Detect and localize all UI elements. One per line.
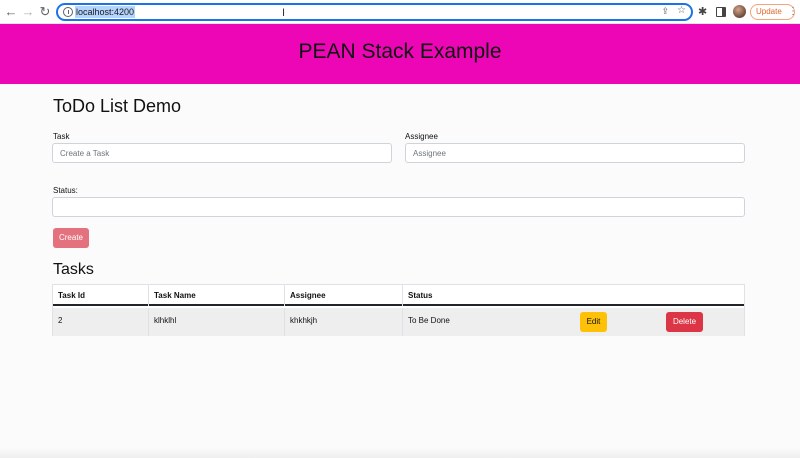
assignee-input[interactable] [405,143,745,163]
side-panel-icon[interactable] [716,7,726,17]
column-header-task-id: Task Id [53,285,149,306]
table-header: Task Id Task Name Assignee Status [53,285,744,306]
status-label: Status: [53,186,78,195]
site-info-icon[interactable] [63,7,73,17]
status-input[interactable] [52,197,745,217]
page-content [0,84,800,458]
profile-avatar[interactable] [733,5,746,18]
app-title: PEAN Stack Example [298,40,502,63]
forward-arrow-icon[interactable]: → [20,3,36,21]
assignee-cell: khkhkjh [285,308,403,336]
column-header-task-name: Task Name [149,285,285,306]
bottom-shadow [0,448,800,458]
share-icon[interactable]: ⇪ [661,6,669,17]
task-name-cell: klhklhl [149,308,285,336]
create-button[interactable]: Create [53,228,89,248]
back-arrow-icon[interactable]: ← [3,3,19,21]
column-header-status: Status [408,291,433,300]
url-text[interactable]: localhost:4200 [75,6,136,18]
header-banner: PEAN Stack Example [0,24,800,84]
table-row: 2 klhklhl khkhkjh To Be Done Edit Delete [53,308,744,336]
extensions-puzzle-icon[interactable]: ✱ [698,5,707,19]
tasks-table: Task Id Task Name Assignee Status 2 klhk… [52,284,745,336]
task-id-cell: 2 [53,308,149,336]
text-cursor-icon: I [282,7,286,19]
page-title: ToDo List Demo [53,96,182,116]
task-label: Task [53,132,70,141]
more-menu-icon[interactable]: ⋮ [788,6,798,17]
task-input[interactable] [52,143,392,163]
status-text: To Be Done [408,316,450,325]
delete-button[interactable]: Delete [666,312,703,332]
bookmark-star-icon[interactable]: ☆ [677,5,686,16]
edit-button[interactable]: Edit [580,312,607,332]
address-bar[interactable]: localhost:4200 ⇪ ☆ [56,3,693,21]
column-header-assignee: Assignee [285,285,403,306]
browser-toolbar: ← → ↻ localhost:4200 ⇪ ☆ I ✱ Update ⋮ [0,0,800,24]
reload-icon[interactable]: ↻ [37,3,53,21]
tasks-heading: Tasks [53,261,94,278]
assignee-label: Assignee [405,132,438,141]
